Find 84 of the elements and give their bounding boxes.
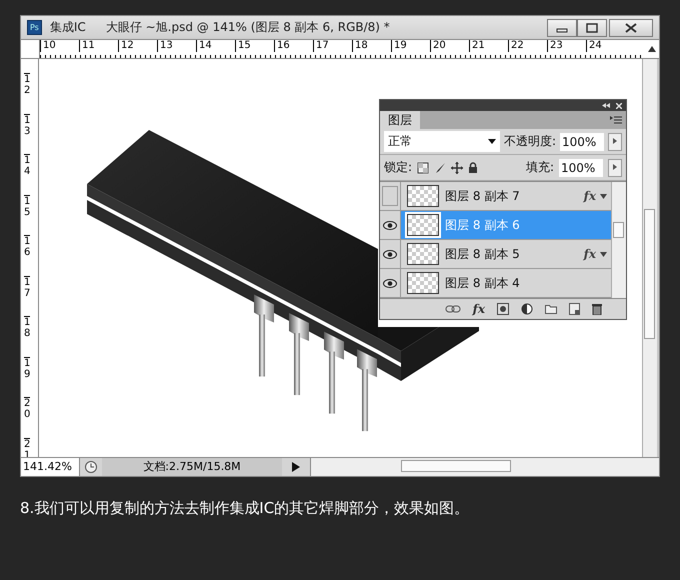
opacity-field[interactable]: 100%: [560, 132, 604, 150]
ruler-number: 14: [24, 154, 30, 194]
layer-name: 图层 8 副本 6: [445, 216, 521, 234]
ruler-number: 24: [586, 40, 625, 52]
effects-label: fx: [584, 189, 596, 203]
ruler-number: 19: [24, 356, 30, 397]
close-icon: [624, 22, 638, 32]
layer-row[interactable]: 图层 8 副本 7 fx: [380, 182, 611, 211]
ruler-number: 15: [24, 194, 30, 235]
caret-icon[interactable]: [600, 252, 607, 256]
trash-icon[interactable]: [592, 303, 602, 315]
ruler-number: 14: [196, 40, 235, 52]
layer-name: 图层 8 副本 4: [445, 274, 521, 292]
ruler-number: 17: [313, 40, 352, 52]
ruler-number: 16: [24, 235, 30, 276]
caret-icon: [488, 139, 496, 144]
layer-row[interactable]: 图层 8 副本 4: [380, 269, 611, 298]
adjustment-icon[interactable]: [521, 303, 533, 315]
opacity-label: 不透明度:: [504, 133, 556, 150]
layers-scrollbar[interactable]: [611, 182, 626, 298]
eye-icon[interactable]: [383, 250, 397, 258]
effects-label: fx: [584, 247, 596, 261]
ruler-number: 15: [235, 40, 274, 52]
link-icon[interactable]: [444, 304, 461, 314]
ruler-number: 18: [24, 316, 30, 356]
folder-icon[interactable]: [545, 304, 557, 314]
panel-menu-icon[interactable]: [610, 116, 622, 124]
add-style-button[interactable]: fx: [472, 302, 485, 316]
layer-thumbnail: [407, 185, 439, 207]
collapse-icon[interactable]: [602, 103, 610, 108]
window-title: 大眼仔 ~旭.psd @ 141% (图层 8 副本 6, RGB/8) *: [106, 19, 391, 36]
layer-thumbnail: [407, 272, 439, 294]
lock-transparency-icon[interactable]: [417, 162, 430, 174]
close-icon[interactable]: [616, 102, 622, 108]
ruler-number: 20: [430, 40, 469, 52]
blend-mode-dropdown[interactable]: 正常: [384, 131, 500, 152]
eye-icon[interactable]: [383, 278, 397, 288]
minimize-button[interactable]: [547, 18, 577, 36]
visibility-toggle[interactable]: [382, 186, 398, 206]
caret-icon[interactable]: [600, 194, 607, 198]
new-layer-icon[interactable]: [569, 303, 580, 315]
ruler-number: 12: [24, 73, 30, 114]
lock-label: 锁定:: [384, 159, 412, 176]
layer-thumbnail: [407, 214, 439, 236]
maximize-icon: [586, 22, 598, 32]
ruler-number: 23: [547, 40, 586, 52]
ruler-number: 18: [352, 40, 391, 52]
scroll-up-arrow-icon[interactable]: [648, 46, 656, 52]
mask-icon[interactable]: [497, 303, 509, 315]
eye-icon[interactable]: [383, 220, 397, 230]
ruler-number: 12: [118, 40, 157, 52]
layer-thumbnail: [407, 243, 439, 265]
maximize-button[interactable]: [577, 18, 607, 36]
ruler-number: 21: [469, 40, 508, 52]
fill-field[interactable]: 100%: [559, 158, 603, 176]
vertical-scrollbar[interactable]: [642, 59, 657, 457]
layer-row[interactable]: 图层 8 副本 5 fx: [380, 240, 611, 269]
ruler-number: 19: [391, 40, 430, 52]
ruler-number: 22: [508, 40, 547, 52]
layers-tab[interactable]: 图层: [380, 111, 420, 129]
move-icon[interactable]: [451, 162, 464, 174]
caption: 8.我们可以用复制的方法去制作集成IC的其它焊脚部分，效果如图。: [20, 499, 470, 518]
layer-name: 图层 8 副本 5: [445, 246, 521, 262]
clock-icon[interactable]: [84, 460, 98, 474]
layer-name: 图层 8 副本 7: [445, 188, 521, 204]
fill-label: 填充:: [526, 159, 554, 176]
ruler-number: 16: [274, 40, 313, 52]
app-name: 集成IC: [50, 19, 86, 36]
arrow-icon: [613, 164, 617, 170]
ruler-number: 17: [24, 276, 30, 316]
ruler-number: 20: [24, 397, 30, 438]
ruler-number: 10: [40, 40, 79, 52]
zoom-field[interactable]: 141.42%: [21, 458, 80, 476]
ruler-number: 13: [24, 114, 30, 154]
close-button[interactable]: [609, 18, 653, 36]
opacity-arrow-button[interactable]: [608, 132, 622, 150]
fill-arrow-button[interactable]: [608, 158, 622, 176]
horizontal-scrollbar[interactable]: [310, 458, 659, 476]
document-info: 文档:2.75M/15.8M: [102, 458, 282, 476]
arrow-icon: [613, 138, 617, 144]
lock-icon[interactable]: [468, 162, 478, 174]
ruler-number: 11: [79, 40, 118, 52]
ruler-number: 13: [157, 40, 196, 52]
app-badge: Ps: [27, 20, 42, 35]
